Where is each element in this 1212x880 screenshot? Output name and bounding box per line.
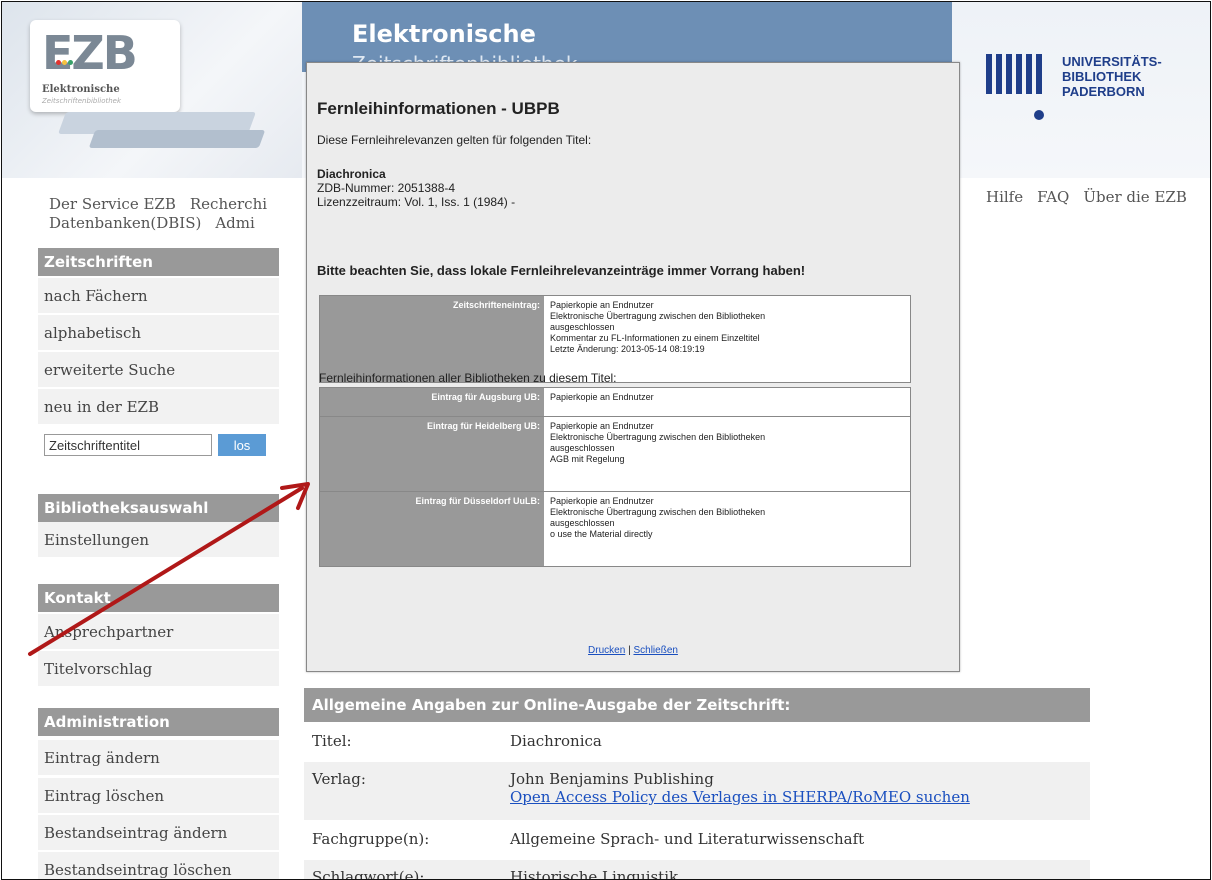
browser-page: EZB Elektronische Zeitschriftenbibliothe… [1, 1, 1211, 880]
annotation-arrow-icon [28, 482, 310, 656]
